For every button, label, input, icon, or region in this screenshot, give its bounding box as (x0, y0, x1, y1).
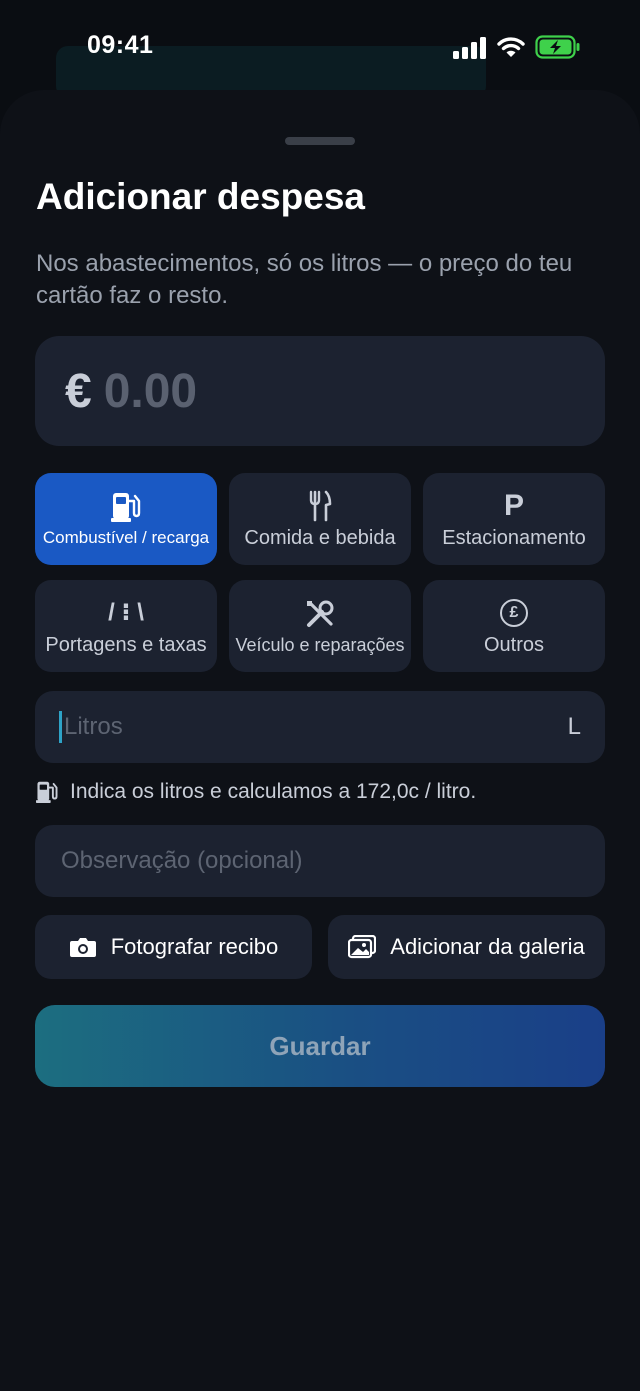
category-label: Combustível / recarga (42, 528, 210, 547)
liters-unit: L (567, 713, 581, 740)
parking-icon: P (503, 488, 524, 522)
tools-icon (304, 597, 336, 631)
fuel-price-hint: Indica os litros e calculamos a 172,0c /… (36, 780, 476, 804)
status-time: 09:41 (87, 31, 154, 59)
battery-charging-icon (535, 35, 581, 64)
road-icon: / ⁝ \ (108, 599, 144, 626)
liters-field[interactable]: L (35, 691, 605, 763)
sheet-subtitle: Nos abastecimentos, só os litros — o pre… (36, 250, 573, 309)
wifi-icon (497, 35, 525, 64)
amount-field[interactable]: € 0.00 (35, 336, 605, 446)
amount-value: 0.00 (103, 364, 198, 418)
category-label: Outros (483, 633, 545, 656)
currency-symbol: € (65, 364, 92, 418)
category-food-button[interactable]: Comida e bebida (229, 473, 411, 565)
take-photo-label: Fotografar recibo (110, 934, 279, 959)
coin-glyph: £ (500, 598, 528, 627)
note-input[interactable] (59, 846, 581, 876)
sheet-grabber[interactable] (285, 137, 355, 145)
gallery-icon (348, 935, 377, 959)
category-fuel-button[interactable]: Combustível / recarga (35, 473, 217, 565)
fuel-pump-small-icon (36, 780, 58, 804)
fork-knife-icon (308, 489, 332, 523)
add-from-gallery-label: Adicionar da galeria (390, 934, 585, 959)
liters-input[interactable] (62, 712, 568, 742)
fuel-pump-icon (111, 490, 141, 524)
cellular-signal-icon (453, 37, 487, 64)
take-photo-button[interactable]: Fotografar recibo (35, 915, 312, 979)
coin-icon: £ (500, 596, 528, 630)
receipt-actions: Fotografar recibo Adicionar da galeria (35, 915, 605, 979)
note-field[interactable] (35, 825, 605, 897)
category-vehicle-button[interactable]: Veículo e reparações (229, 580, 411, 672)
category-label: Portagens e taxas (45, 633, 207, 656)
category-other-button[interactable]: £ Outros (423, 580, 605, 672)
add-expense-sheet: Adicionar despesa Nos abastecimentos, só… (0, 90, 640, 1391)
camera-icon (69, 936, 97, 958)
category-label: Comida e bebida (244, 526, 396, 549)
category-parking-button[interactable]: P Estacionamento (423, 473, 605, 565)
category-label: Veículo e reparações (235, 634, 405, 655)
sheet-title: Adicionar despesa (36, 176, 366, 217)
category-tolls-button[interactable]: / ⁝ \ Portagens e taxas (35, 580, 217, 672)
status-bar: 09:41 (0, 0, 640, 90)
save-button[interactable]: Guardar (35, 1005, 605, 1087)
hint-text: Indica os litros e calculamos a 172,0c /… (70, 780, 477, 803)
category-label: Estacionamento (442, 526, 586, 549)
category-grid: Combustível / recarga Comida e bebida P … (35, 473, 605, 672)
add-from-gallery-button[interactable]: Adicionar da galeria (328, 915, 605, 979)
